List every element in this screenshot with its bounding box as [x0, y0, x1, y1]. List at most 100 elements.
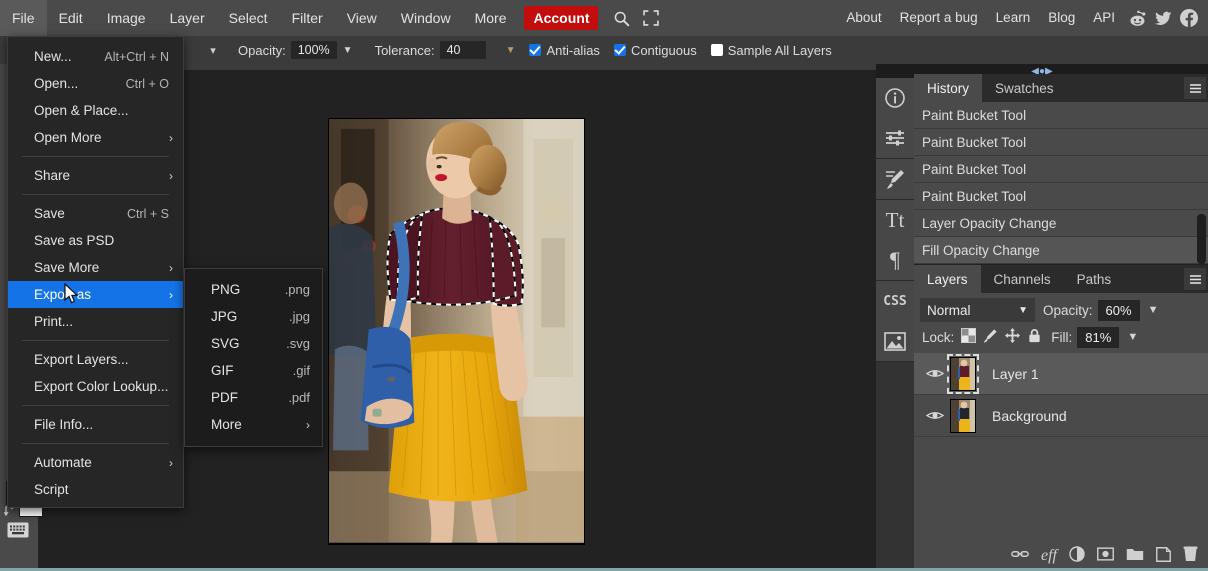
tab-layers[interactable]: Layers: [914, 265, 981, 293]
blend-mode-select[interactable]: Normal ▼: [920, 298, 1035, 322]
menu-item-save-as-psd[interactable]: Save as PSD: [8, 227, 183, 254]
new-layer-icon[interactable]: [1156, 546, 1171, 565]
anti-alias-checkbox[interactable]: [529, 44, 542, 56]
layer-thumbnail[interactable]: [947, 353, 979, 394]
opacity-input[interactable]: 100%: [290, 41, 337, 59]
lock-transparency-icon[interactable]: [961, 328, 977, 346]
link-learn[interactable]: Learn: [987, 0, 1040, 36]
menu-item-save-more[interactable]: Save More ›: [8, 254, 183, 281]
layer-effects-icon[interactable]: eff: [1041, 547, 1057, 565]
mouse-cursor: [64, 282, 80, 308]
menu-item-open-more[interactable]: Open More ›: [8, 124, 183, 151]
sample-all-layers-checkbox[interactable]: [710, 44, 723, 56]
search-icon[interactable]: [606, 0, 636, 36]
adjustments-icon[interactable]: [876, 118, 914, 158]
history-entry[interactable]: Paint Bucket Tool: [914, 129, 1208, 156]
layer-opacity-input[interactable]: 60%: [1097, 299, 1140, 321]
fill-dropdown-icon[interactable]: ▼: [1127, 331, 1138, 343]
menu-item-file-info[interactable]: File Info...: [8, 411, 183, 438]
account-button[interactable]: Account: [524, 6, 599, 30]
tolerance-dropdown-icon[interactable]: ▼: [506, 45, 516, 56]
fullscreen-icon[interactable]: [636, 0, 666, 36]
menu-view[interactable]: View: [335, 0, 389, 36]
export-option-pdf[interactable]: PDF .pdf: [185, 384, 322, 411]
link-about[interactable]: About: [837, 0, 890, 36]
panel-menu-icon[interactable]: [1184, 77, 1206, 99]
lock-image-icon[interactable]: [983, 328, 998, 346]
twitter-icon[interactable]: [1150, 0, 1176, 36]
menu-window[interactable]: Window: [389, 0, 463, 36]
chevron-right-icon: ›: [169, 455, 173, 470]
export-option-more[interactable]: More ›: [185, 411, 322, 438]
menu-item-label: Automate: [34, 455, 92, 470]
layer-mask-icon[interactable]: [1097, 547, 1114, 564]
tool-preset-chevron-icon[interactable]: ▾: [200, 44, 226, 57]
menu-item-export-as[interactable]: Export as ›: [8, 281, 183, 308]
menu-item-label: New...: [34, 49, 72, 64]
delete-layer-icon[interactable]: [1183, 546, 1198, 565]
tab-swatches[interactable]: Swatches: [982, 74, 1067, 102]
history-entry[interactable]: Paint Bucket Tool: [914, 156, 1208, 183]
layer-opacity-dropdown-icon[interactable]: ▼: [1148, 304, 1159, 316]
layer-row-layer-1[interactable]: Layer 1: [914, 353, 1208, 395]
new-group-icon[interactable]: [1126, 547, 1144, 564]
menu-item-print[interactable]: Print...: [8, 308, 183, 335]
export-option-svg[interactable]: SVG .svg: [185, 330, 322, 357]
history-entry[interactable]: Paint Bucket Tool: [914, 102, 1208, 129]
menu-item-open[interactable]: Open... Ctrl + O: [8, 70, 183, 97]
info-icon[interactable]: [876, 78, 914, 118]
menu-item-script[interactable]: Script: [8, 476, 183, 503]
export-option-jpg[interactable]: JPG .jpg: [185, 303, 322, 330]
lock-position-icon[interactable]: [1005, 328, 1021, 346]
menu-item-export-color-lookup[interactable]: Export Color Lookup...: [8, 373, 183, 400]
opacity-dropdown-icon[interactable]: ▼: [343, 45, 353, 56]
layer-visibility-icon[interactable]: [924, 367, 946, 380]
paragraph-icon[interactable]: ¶: [876, 240, 914, 280]
tolerance-input[interactable]: 40: [439, 41, 486, 59]
menu-layer[interactable]: Layer: [158, 0, 217, 36]
history-scrollbar[interactable]: [1197, 214, 1206, 264]
facebook-icon[interactable]: [1176, 0, 1202, 36]
history-entry[interactable]: Layer Opacity Change: [914, 210, 1208, 237]
menu-item-open-and-place[interactable]: Open & Place...: [8, 97, 183, 124]
menu-edit[interactable]: Edit: [47, 0, 95, 36]
link-blog[interactable]: Blog: [1039, 0, 1084, 36]
adjustment-layer-icon[interactable]: [1069, 546, 1085, 565]
reddit-icon[interactable]: [1124, 0, 1150, 36]
menu-select[interactable]: Select: [217, 0, 280, 36]
menu-filter[interactable]: Filter: [280, 0, 335, 36]
menu-item-save[interactable]: Save Ctrl + S: [8, 200, 183, 227]
history-entry[interactable]: Paint Bucket Tool: [914, 183, 1208, 210]
link-report-a-bug[interactable]: Report a bug: [891, 0, 987, 36]
menu-more[interactable]: More: [463, 0, 519, 36]
export-option-gif[interactable]: GIF .gif: [185, 357, 322, 384]
menu-file[interactable]: File: [0, 0, 47, 36]
canvas-image[interactable]: [328, 118, 585, 545]
menu-item-automate[interactable]: Automate ›: [8, 449, 183, 476]
keyboard-icon[interactable]: [7, 522, 29, 541]
export-option-png[interactable]: PNG .png: [185, 276, 322, 303]
layer-visibility-icon[interactable]: [924, 409, 946, 422]
tab-paths[interactable]: Paths: [1064, 265, 1125, 293]
menu-separator: [22, 156, 169, 157]
menu-item-new[interactable]: New... Alt+Ctrl + N: [8, 43, 183, 70]
lock-all-icon[interactable]: [1027, 328, 1042, 346]
menu-item-export-layers[interactable]: Export Layers...: [8, 346, 183, 373]
link-layers-icon[interactable]: [1011, 548, 1029, 563]
layer-thumbnail[interactable]: [950, 398, 976, 433]
contiguous-checkbox[interactable]: [613, 44, 626, 56]
menu-item-share[interactable]: Share ›: [8, 162, 183, 189]
tab-channels[interactable]: Channels: [981, 265, 1064, 293]
history-list[interactable]: Paint Bucket Tool Paint Bucket Tool Pain…: [914, 102, 1208, 264]
layer-row-background[interactable]: Background: [914, 395, 1208, 437]
history-entry[interactable]: Fill Opacity Change: [914, 237, 1208, 264]
link-api[interactable]: API: [1084, 0, 1124, 36]
panel-menu-icon[interactable]: [1184, 268, 1206, 290]
type-icon[interactable]: Tt: [876, 200, 914, 240]
menu-image[interactable]: Image: [95, 0, 158, 36]
brush-settings-icon[interactable]: [876, 159, 914, 199]
fill-input[interactable]: 81%: [1077, 326, 1120, 348]
image-icon[interactable]: [876, 321, 914, 361]
tab-history[interactable]: History: [914, 74, 983, 102]
css-icon[interactable]: CSS: [876, 281, 914, 321]
